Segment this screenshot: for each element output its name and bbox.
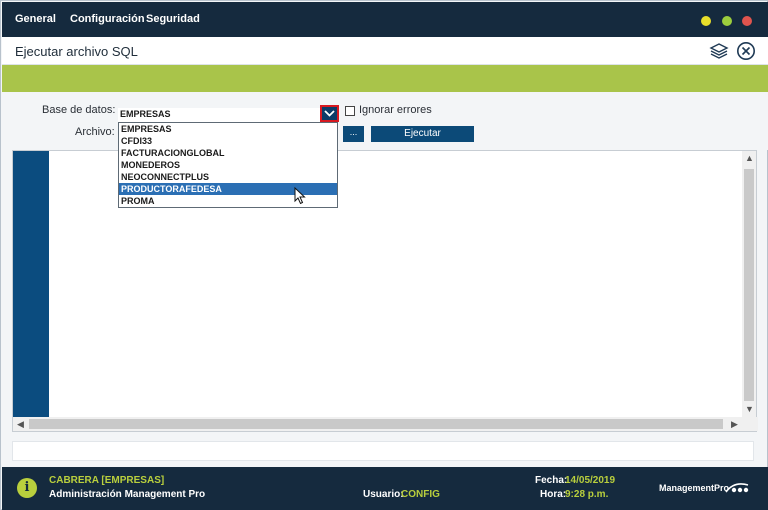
accent-band (2, 65, 768, 92)
company-name: CABRERA [EMPRESAS] (49, 475, 164, 486)
minimize-dot[interactable] (701, 16, 711, 26)
execute-button[interactable]: Ejecutar (371, 126, 474, 142)
date-label: Fecha: (535, 475, 567, 486)
time-value: 9:28 p.m. (565, 489, 608, 500)
chevron-down-icon (322, 107, 337, 120)
line-gutter (13, 151, 49, 417)
database-combo[interactable]: EMPRESAS (118, 108, 339, 122)
scroll-up-icon[interactable]: ▲ (745, 153, 754, 163)
ignore-errors-label: Ignorar errores (359, 104, 432, 116)
message-strip (12, 441, 754, 461)
date-value: 14/05/2019 (565, 475, 615, 486)
close-dot[interactable] (742, 16, 752, 26)
maximize-dot[interactable] (722, 16, 732, 26)
dropdown-option[interactable]: MONEDEROS (119, 159, 337, 171)
time-label: Hora: (540, 489, 566, 500)
database-label: Base de datos: (42, 104, 115, 116)
dropdown-option[interactable]: FACTURACIONGLOBAL (119, 147, 337, 159)
title-bar: Ejecutar archivo SQL (2, 37, 768, 65)
app-window: General Configuración Seguridad Ejecutar… (0, 0, 768, 510)
file-label: Archivo: (75, 126, 115, 138)
scroll-left-icon[interactable]: ◀ (17, 419, 24, 430)
status-footer: i CABRERA [EMPRESAS] Administración Mana… (2, 467, 768, 510)
scroll-right-icon[interactable]: ▶ (731, 419, 738, 430)
dropdown-option[interactable]: CFDI33 (119, 135, 337, 147)
dropdown-option[interactable]: EMPRESAS (119, 123, 337, 135)
page-title: Ejecutar archivo SQL (15, 44, 138, 59)
info-icon: i (17, 478, 37, 498)
brand-logo-text: ManagementPro (659, 483, 729, 493)
horizontal-scrollbar[interactable]: ◀ ▶ (13, 417, 758, 431)
menu-bar: General Configuración Seguridad (2, 2, 768, 37)
horizontal-scroll-thumb[interactable] (29, 419, 723, 429)
layers-icon[interactable] (709, 41, 729, 66)
vertical-scroll-thumb[interactable] (744, 169, 754, 401)
user-value: CONFIG (401, 489, 440, 500)
menu-general[interactable]: General (15, 13, 56, 25)
menu-seguridad[interactable]: Seguridad (146, 13, 200, 25)
ignore-errors-checkbox[interactable] (345, 106, 355, 116)
close-circle-icon[interactable] (736, 41, 756, 66)
dropdown-toggle-button[interactable] (320, 105, 339, 122)
brand-logo-icon (724, 479, 752, 502)
menu-configuracion[interactable]: Configuración (70, 13, 145, 25)
scroll-down-icon[interactable]: ▼ (745, 404, 754, 414)
browse-button[interactable]: ... (343, 126, 364, 142)
app-name: Administración Management Pro (49, 489, 205, 500)
mouse-pointer-icon (294, 187, 306, 210)
user-label: Usuario: (363, 489, 404, 500)
dropdown-option[interactable]: NEOCONNECTPLUS (119, 171, 337, 183)
vertical-scrollbar[interactable]: ▲ ▼ (742, 151, 756, 417)
database-combo-value: EMPRESAS (120, 109, 171, 119)
